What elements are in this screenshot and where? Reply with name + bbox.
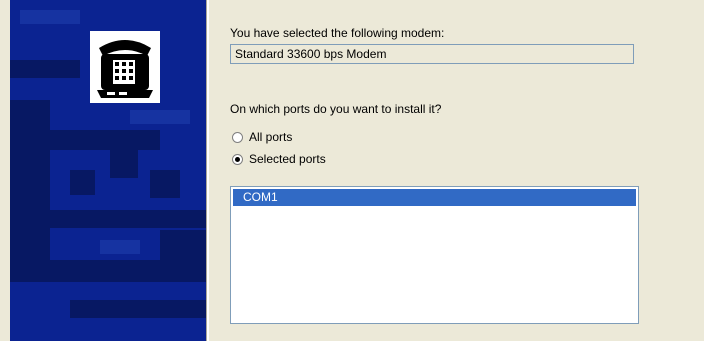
- telephone-modem-icon: [90, 31, 160, 103]
- selected-ports-radio-button[interactable]: [232, 153, 243, 165]
- selected-ports-radio-option[interactable]: Selected ports: [232, 151, 326, 167]
- all-ports-radio-option[interactable]: All ports: [232, 129, 292, 145]
- all-ports-radio-button[interactable]: [232, 131, 243, 143]
- wizard-side-graphic: [10, 0, 206, 341]
- all-ports-label[interactable]: All ports: [249, 130, 292, 144]
- ports-question-label: On which ports do you want to install it…: [230, 102, 442, 116]
- list-item-com1[interactable]: COM1: [233, 189, 636, 206]
- list-item-label: COM1: [243, 190, 278, 204]
- selected-modem-value: Standard 33600 bps Modem: [235, 47, 387, 61]
- ports-listbox[interactable]: COM1: [230, 186, 639, 324]
- selected-modem-field: Standard 33600 bps Modem: [230, 44, 634, 64]
- panel-divider: [206, 0, 209, 341]
- selected-modem-label: You have selected the following modem:: [230, 26, 445, 40]
- selected-ports-label[interactable]: Selected ports: [249, 152, 326, 166]
